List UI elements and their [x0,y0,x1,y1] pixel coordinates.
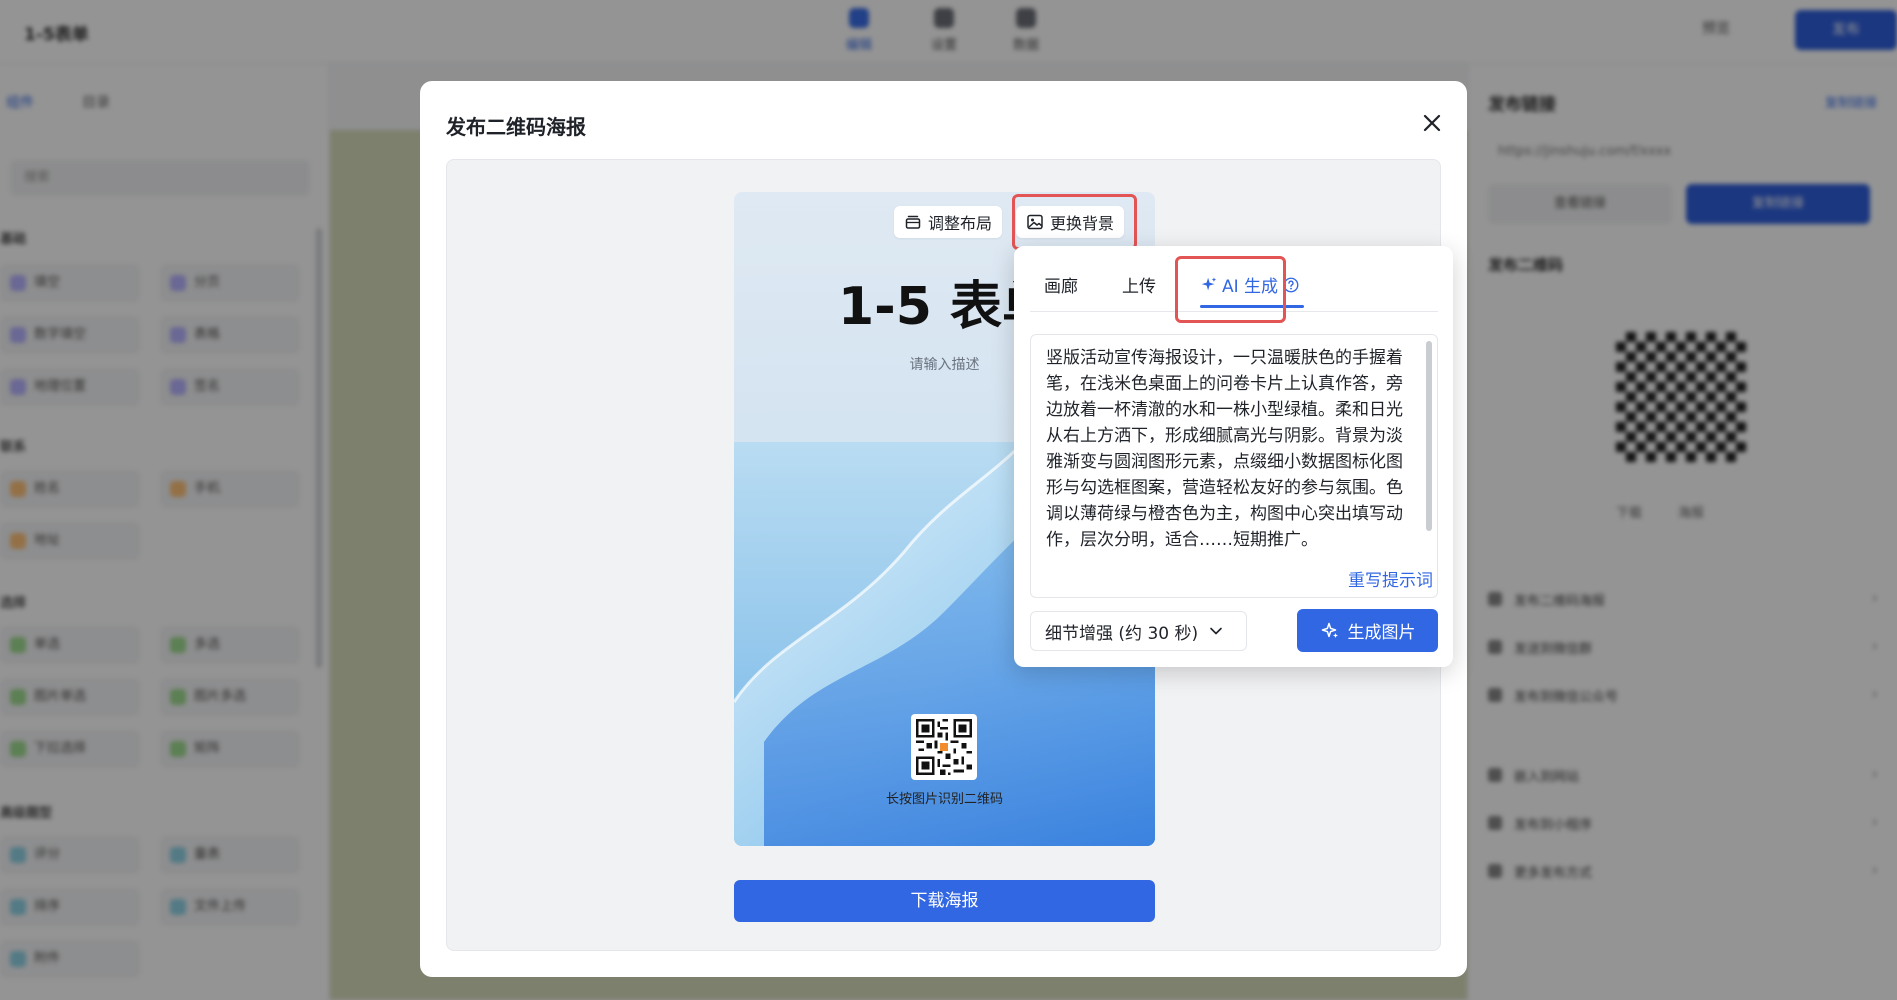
background-popover: 画廊 上传 AI 生成 竖版活动宣传海报设计，一只温暖肤色的手握着笔，在浅米色桌… [1014,246,1453,667]
prompt-text[interactable]: 竖版活动宣传海报设计，一只温暖肤色的手握着笔，在浅米色桌面上的问卷卡片上认真作答… [1046,345,1416,565]
tab-ai-generate-label: AI 生成 [1222,277,1279,297]
quality-select-value: 细节增强 (约 30 秒) [1045,623,1199,644]
layout-icon [905,215,921,229]
poster-qr-code [911,714,977,780]
download-poster-button[interactable]: 下载海报 [734,880,1155,922]
tab-gallery[interactable]: 画廊 [1044,272,1078,297]
modal-title: 发布二维码海报 [446,115,586,139]
close-icon[interactable] [1420,111,1444,135]
sparkle-icon [1321,622,1338,638]
prompt-textarea[interactable]: 竖版活动宣传海报设计，一只温暖肤色的手握着笔，在浅米色桌面上的问卷卡片上认真作答… [1030,334,1438,598]
tab-ai-generate[interactable]: AI 生成 [1200,272,1305,308]
help-icon[interactable] [1282,276,1300,294]
active-tab-indicator [1200,305,1305,308]
generate-image-label: 生成图片 [1347,623,1416,643]
quality-select[interactable]: 细节增强 (约 30 秒) [1030,611,1247,651]
rewrite-prompt-link[interactable]: 重写提示词 [1348,566,1433,591]
chevron-down-icon [1210,627,1222,635]
change-background-label: 更换背景 [1050,214,1115,233]
sparkle-icon [1201,276,1217,290]
image-icon [1027,214,1043,230]
background-tabs: 画廊 上传 AI 生成 [1030,272,1438,312]
prompt-scrollbar[interactable] [1426,341,1432,531]
adjust-layout-button[interactable]: 调整布局 [894,206,1003,238]
change-background-button[interactable]: 更换背景 [1016,206,1125,238]
poster-qr-caption: 长按图片识别二维码 [885,792,1003,807]
adjust-layout-label: 调整布局 [928,214,993,233]
tab-upload[interactable]: 上传 [1122,272,1156,297]
generate-image-button[interactable]: 生成图片 [1297,609,1438,652]
